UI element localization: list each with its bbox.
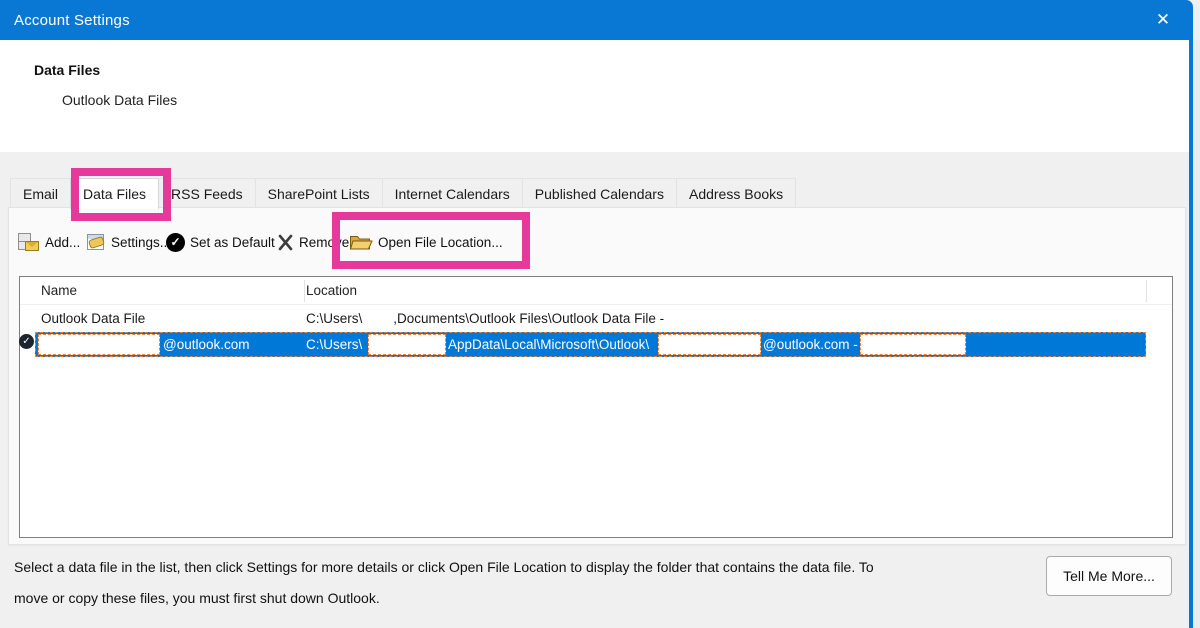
column-divider xyxy=(1146,280,1147,302)
location-path-prefix: C:\Users\ xyxy=(306,333,362,356)
set-as-default-button[interactable]: ✓ Set as Default xyxy=(166,229,275,255)
window-title: Account Settings xyxy=(14,12,130,29)
location-path-suffix: ,Documents\Outlook Files\Outlook Data Fi… xyxy=(393,305,664,332)
tab-email[interactable]: Email xyxy=(10,178,71,208)
add-button-label: Add... xyxy=(45,235,80,250)
account-name-suffix: @outlook.com xyxy=(163,333,250,356)
column-header-name[interactable]: Name xyxy=(41,277,77,305)
data-file-location: C:\Users\ ,Documents\Outlook Files\Outlo… xyxy=(306,305,664,332)
instructions-line: Select a data file in the list, then cli… xyxy=(14,552,1014,583)
redacted-segment xyxy=(860,334,966,355)
tab-address-books[interactable]: Address Books xyxy=(676,178,796,208)
default-data-file-icon: ✓ xyxy=(19,334,34,349)
section-title: Data Files xyxy=(34,62,100,78)
redacted-username xyxy=(368,334,446,355)
table-header: Name Location xyxy=(20,277,1172,305)
tab-label: Email xyxy=(23,186,58,202)
section-subtitle: Outlook Data Files xyxy=(62,92,177,108)
account-settings-dialog: Account Settings ✕ Data Files Outlook Da… xyxy=(0,0,1200,628)
tab-label: RSS Feeds xyxy=(171,186,243,202)
tell-me-more-button[interactable]: Tell Me More... xyxy=(1046,556,1172,596)
annotation-box-open-file-location xyxy=(332,212,530,269)
check-circle-icon: ✓ xyxy=(166,233,185,252)
column-header-location[interactable]: Location xyxy=(306,277,357,305)
remove-x-icon xyxy=(277,234,294,251)
tab-internet-calendars[interactable]: Internet Calendars xyxy=(382,178,523,208)
data-files-table: Name Location Outlook Data File C:\Users… xyxy=(19,276,1173,538)
tab-published-calendars[interactable]: Published Calendars xyxy=(522,178,677,208)
titlebar: Account Settings ✕ xyxy=(0,0,1193,40)
instructions-line: move or copy these files, you must first… xyxy=(14,583,1014,614)
add-button[interactable]: Add... xyxy=(18,229,80,255)
location-path-prefix: C:\Users\ xyxy=(306,305,362,332)
table-row-outlook-data-file[interactable]: Outlook Data File C:\Users\ ,Documents\O… xyxy=(20,305,1172,332)
tab-sharepoint-lists[interactable]: SharePoint Lists xyxy=(255,178,383,208)
footer-instructions: Select a data file in the list, then cli… xyxy=(14,552,1014,614)
add-data-file-icon xyxy=(18,232,40,252)
location-path-suffix: @outlook.com - xyxy=(763,333,858,356)
redacted-account-name xyxy=(38,334,160,355)
set-as-default-label: Set as Default xyxy=(190,235,275,250)
redacted-username xyxy=(362,305,393,332)
location-path-middle: AppData\Local\Microsoft\Outlook\ xyxy=(448,333,649,356)
close-icon[interactable]: ✕ xyxy=(1145,0,1181,40)
redacted-account-prefix xyxy=(658,334,761,355)
tab-label: SharePoint Lists xyxy=(268,186,370,202)
settings-button[interactable]: Settings... xyxy=(86,229,171,255)
settings-icon xyxy=(86,233,106,252)
column-divider xyxy=(304,280,305,302)
data-file-name: Outlook Data File xyxy=(41,305,145,332)
settings-button-label: Settings... xyxy=(111,235,171,250)
table-row-selected-account[interactable]: @outlook.com C:\Users\ AppData\Local\Mic… xyxy=(35,332,1146,357)
tab-label: Published Calendars xyxy=(535,186,664,202)
dialog-header: Data Files Outlook Data Files xyxy=(0,40,1189,152)
window-gutter xyxy=(1193,40,1200,628)
tab-label: Internet Calendars xyxy=(395,186,510,202)
tab-rss-feeds[interactable]: RSS Feeds xyxy=(158,178,256,208)
tab-label: Address Books xyxy=(689,186,783,202)
annotation-box-data-files-tab xyxy=(71,168,171,221)
